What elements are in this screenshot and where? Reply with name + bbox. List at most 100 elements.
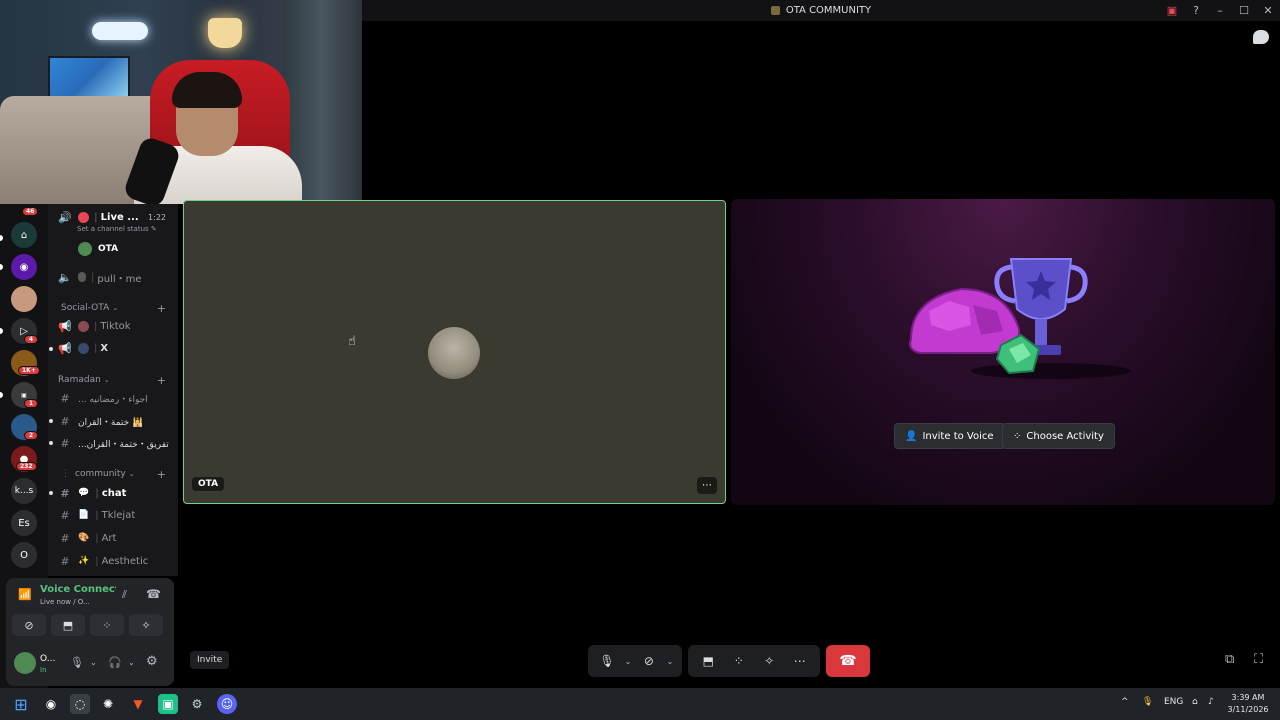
channel-status-text: Set a channel status (77, 225, 149, 233)
steam-icon[interactable]: ⚙ (187, 694, 207, 714)
chevron-up-icon[interactable]: ^ (1121, 697, 1129, 707)
microphone-icon[interactable]: 🎙 (594, 647, 620, 675)
channel-tklejat[interactable]: # 📄 | Tklejat (48, 505, 178, 525)
chevron-down-icon[interactable]: ⌄ (664, 647, 676, 675)
server-icon-text-2[interactable]: Es (11, 510, 37, 536)
clock-time: 3:39 AM (1231, 693, 1265, 702)
chevron-down-icon[interactable]: ⌄ (128, 658, 135, 667)
soundboard-button[interactable]: ✧ (129, 614, 163, 636)
voice-channel-pull[interactable]: 🔈 | pull・me (48, 267, 178, 287)
announce-icon: 📢 (58, 341, 72, 355)
channel-ramadan-3[interactable]: # ...تفريق・ختمة・القران (48, 433, 178, 453)
invite-to-voice-button[interactable]: 👤 Invite to Voice (894, 423, 1005, 449)
app-icon[interactable]: ▣ (158, 694, 178, 714)
network-icon[interactable]: ⌂ (1192, 697, 1198, 707)
channel-aesthetic[interactable]: # ✨ | Aesthetic (48, 551, 178, 571)
screen-share-icon[interactable]: ▣ (1160, 0, 1184, 21)
chevron-down-icon[interactable]: ⌄ (90, 658, 97, 667)
settings-gear-icon[interactable]: ⚙ (146, 654, 158, 669)
popout-icon[interactable]: ⧉ (1225, 652, 1234, 667)
add-channel-icon[interactable]: + (157, 468, 166, 481)
channel-tiktok[interactable]: 📢 | Tiktok (48, 316, 178, 336)
app-icon[interactable]: ◌ (70, 694, 90, 714)
category-ramadan[interactable]: Ramadan ⌄ + (48, 372, 178, 388)
obs-icon[interactable]: ◉ (41, 694, 61, 714)
screen-share-icon[interactable]: ⬒ (694, 647, 723, 675)
brave-browser-icon[interactable]: ▼ (128, 694, 148, 714)
channel-status-hint[interactable]: Set a channel status ✎ (77, 225, 157, 233)
soundboard-icon[interactable]: ✧ (755, 647, 784, 675)
activity-button[interactable]: ⁘ (90, 614, 124, 636)
channel-ramadan-2[interactable]: # ختمة・القران 🕌 (48, 411, 178, 431)
noise-suppression-icon[interactable]: ⫽ (122, 588, 127, 602)
choose-activity-button[interactable]: ⁘ Choose Activity (1002, 423, 1115, 449)
activity-icon[interactable]: ⁘ (725, 647, 754, 675)
windows-start-icon[interactable]: ⊞ (11, 694, 31, 714)
more-options-button[interactable]: ⋯ (697, 477, 717, 494)
maximize-button[interactable]: ☐ (1232, 0, 1256, 21)
camera-button[interactable]: ⊘ (12, 614, 46, 636)
category-social[interactable]: Social-OTA ⌄ + (48, 300, 178, 316)
server-icon-2[interactable]: ◉ (11, 254, 37, 280)
action-group: ⬒ ⁘ ✧ ⋯ (688, 645, 820, 677)
chevron-down-icon: ⌄ (112, 304, 119, 312)
clock-date: 3/11/2026 (1227, 705, 1269, 714)
voice-panel: 📶 Voice Connected Live now / O... ⫽ ☎ ⊘ … (6, 578, 174, 686)
server-icon-3[interactable] (11, 286, 37, 312)
close-button[interactable]: ✕ (1256, 0, 1280, 21)
microphone-tray-icon[interactable]: 🎙 (1142, 697, 1153, 707)
channel-name: Tklejat (101, 509, 136, 521)
chevron-down-icon: ⌄ (103, 376, 110, 384)
channel-art[interactable]: # 🎨 | Art (48, 528, 178, 548)
server-badge: 1K+ (18, 366, 40, 375)
add-channel-icon[interactable]: + (157, 374, 166, 387)
screen-share-button[interactable]: ⬒ (51, 614, 85, 636)
category-community[interactable]: ⋮ community ⌄ + (48, 466, 178, 482)
webcam-person-hair (172, 72, 242, 108)
webcam-poster (48, 56, 130, 100)
channel-ramadan-1[interactable]: # ... اجواء・رمضانيه (48, 388, 178, 408)
chat-icon[interactable] (1253, 30, 1269, 44)
invite-button[interactable]: Invite (190, 651, 230, 669)
disconnect-button[interactable]: ☎ (826, 645, 870, 677)
server-icon-1[interactable]: ⌂ (11, 222, 37, 248)
system-clock[interactable]: 3:39 AM 3/11/2026 (1224, 692, 1272, 716)
voice-channel-live[interactable]: 🔊 | Live ... 1:22 (48, 207, 178, 227)
call-timer: 1:22 (148, 212, 166, 222)
channel-x[interactable]: 📢 | X (48, 338, 178, 358)
add-channel-icon[interactable]: + (157, 302, 166, 315)
headphones-icon[interactable]: 🎧 (108, 656, 122, 669)
channel-name: Tiktok (100, 320, 131, 332)
chevron-down-icon: ⌄ (128, 470, 135, 478)
more-icon[interactable]: ⋯ (786, 647, 815, 675)
chevron-down-icon[interactable]: ⌄ (622, 647, 634, 675)
trophy-illustration (909, 258, 1131, 379)
camera-off-icon[interactable]: ⊘ (636, 647, 662, 675)
discord-app: OTA COMMUNITY ▣ ? – ☐ ✕ ⌂ 46 ◉ ▷ 4 1K+ ▣… (0, 0, 1280, 688)
server-icon-text-3[interactable]: O (11, 542, 37, 568)
help-icon[interactable]: ? (1184, 0, 1208, 21)
sparkles-emoji-icon: ✨ (78, 556, 90, 566)
avatar[interactable] (14, 652, 36, 674)
screen-share-icon: ⬒ (62, 618, 74, 632)
language-indicator[interactable]: ENG (1164, 697, 1183, 707)
microphone-icon[interactable]: 🎙 (70, 656, 84, 669)
minimize-button[interactable]: – (1208, 0, 1232, 21)
participant-tile[interactable]: OTA ⋯ (183, 200, 726, 504)
channel-chat[interactable]: # 💬 | chat (48, 483, 178, 503)
category-name: community (75, 469, 126, 479)
voice-substatus: Live now / O... (40, 598, 90, 606)
voice-member[interactable]: OTA (48, 239, 178, 259)
separator: | (91, 271, 95, 283)
server-pill (0, 264, 3, 270)
chatgpt-icon[interactable]: ✺ (98, 694, 118, 714)
disconnect-icon[interactable]: ☎ (146, 587, 161, 601)
member-name: OTA (98, 244, 119, 254)
server-icon-text-1[interactable]: k...s (11, 478, 37, 504)
volume-icon[interactable]: ♪ (1208, 697, 1214, 707)
hashtag-icon: # (60, 436, 70, 450)
fullscreen-icon[interactable]: ⛶ (1254, 652, 1263, 667)
discord-icon[interactable]: ☺ (217, 694, 237, 714)
soundboard-icon: ✧ (141, 618, 151, 632)
voice-status[interactable]: Voice Connected (40, 584, 116, 595)
